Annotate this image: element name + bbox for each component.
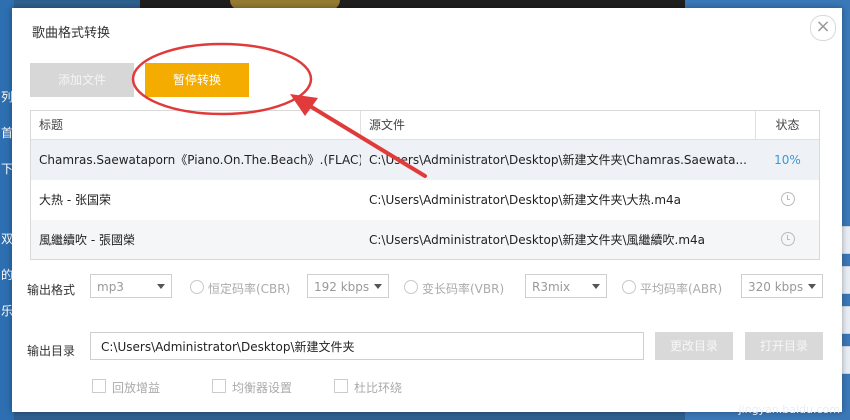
row-title: 風繼續吹 - 張國榮 — [39, 233, 135, 247]
cbr-select[interactable]: 192 kbps — [307, 274, 389, 298]
vbr-select-value: R3mix — [532, 280, 571, 294]
dialog-title: 歌曲格式转换 — [32, 26, 111, 41]
equalizer-label: 均衡器设置 — [232, 381, 293, 395]
header-status: 状态 — [775, 118, 800, 132]
header-source: 源文件 — [361, 111, 756, 139]
clock-icon — [780, 232, 795, 246]
row-source: C:\Users\Administrator\Desktop\新建文件夹\大热.… — [369, 193, 682, 207]
output-dir-label: 输出目录 — [27, 344, 76, 358]
close-icon: × — [815, 16, 831, 37]
abr-radio[interactable] — [622, 280, 636, 294]
equalizer-checkbox[interactable] — [212, 379, 226, 393]
vbr-label: 变长码率(VBR) — [422, 282, 505, 296]
cbr-radio[interactable] — [190, 280, 204, 294]
header-title: 标题 — [31, 111, 361, 139]
output-format-label: 输出格式 — [27, 283, 76, 297]
table-header: 标题 源文件 状态 — [31, 111, 819, 140]
replay-gain-label: 回放增益 — [112, 381, 161, 395]
abr-select[interactable]: 320 kbps — [741, 274, 823, 298]
row-title: 大热 - 张国荣 — [39, 193, 111, 207]
dolby-checkbox[interactable] — [334, 379, 348, 393]
row-status — [756, 180, 819, 220]
vbr-radio[interactable] — [404, 280, 418, 294]
change-dir-button[interactable]: 更改目录 — [655, 332, 733, 360]
format-select[interactable]: mp3 — [90, 274, 172, 298]
conversion-table: 标题 源文件 状态 Chamras.Saewataporn《Piano.On.T… — [30, 110, 820, 260]
format-select-value: mp3 — [97, 280, 124, 294]
open-dir-button[interactable]: 打开目录 — [745, 332, 823, 360]
cbr-label: 恒定码率(CBR) — [208, 282, 291, 296]
pause-convert-button[interactable]: 暂停转换 — [145, 63, 249, 97]
clock-icon — [780, 192, 795, 206]
vbr-select[interactable]: R3mix — [525, 274, 607, 298]
table-row[interactable]: 風繼續吹 - 張國榮 C:\Users\Administrator\Deskto… — [31, 220, 819, 259]
abr-select-value: 320 kbps — [748, 280, 804, 294]
replay-gain-checkbox[interactable] — [92, 379, 106, 393]
dolby-label: 杜比环绕 — [354, 381, 403, 395]
abr-label: 平均码率(ABR) — [640, 282, 723, 296]
output-dir-input[interactable]: C:\Users\Administrator\Desktop\新建文件夹 — [90, 332, 644, 360]
watermark: jingyan.baidu.com — [738, 403, 840, 416]
chevron-down-icon — [808, 284, 816, 289]
chevron-down-icon — [157, 284, 165, 289]
table-row[interactable]: Chamras.Saewataporn《Piano.On.The.Beach》.… — [31, 140, 819, 180]
cbr-select-value: 192 kbps — [314, 280, 370, 294]
row-status — [756, 220, 819, 259]
row-source: C:\Users\Administrator\Desktop\新建文件夹\Cha… — [369, 153, 747, 167]
close-button[interactable]: × — [810, 15, 836, 41]
chevron-down-icon — [374, 284, 382, 289]
row-source: C:\Users\Administrator\Desktop\新建文件夹\風繼續… — [369, 233, 706, 247]
row-progress: 10% — [774, 153, 801, 167]
format-convert-dialog: 歌曲格式转换 × 添加文件 暂停转换 标题 源文件 状态 Chamras.Sae… — [12, 8, 842, 412]
row-title: Chamras.Saewataporn《Piano.On.The.Beach》.… — [39, 153, 361, 167]
add-file-button[interactable]: 添加文件 — [30, 63, 134, 97]
table-row[interactable]: 大热 - 张国荣 C:\Users\Administrator\Desktop\… — [31, 180, 819, 220]
chevron-down-icon — [592, 284, 600, 289]
